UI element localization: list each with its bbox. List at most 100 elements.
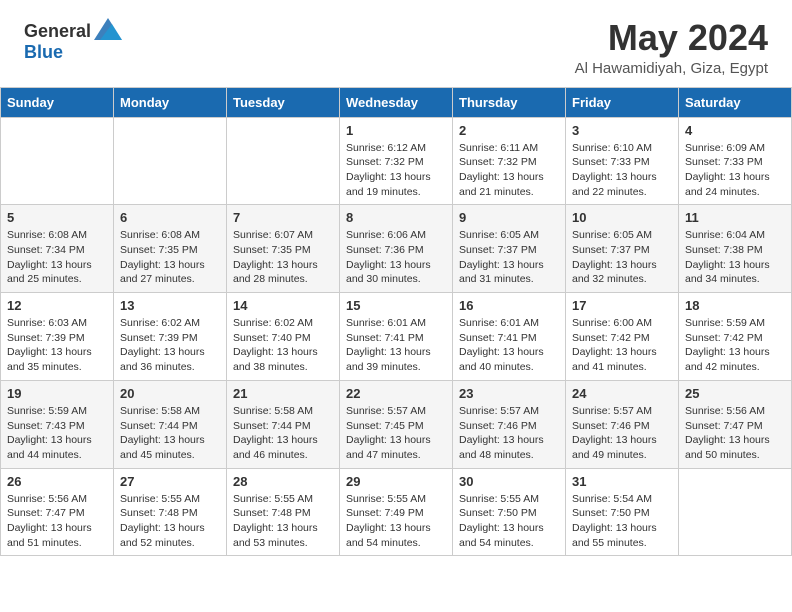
- day-number: 24: [572, 386, 672, 401]
- day-number: 5: [7, 210, 107, 225]
- day-cell-20: 20 Sunrise: 5:58 AM Sunset: 7:44 PM Dayli…: [114, 380, 227, 468]
- day-header-friday: Friday: [566, 87, 679, 117]
- day-cell-29: 29Sunrise: 5:55 AM Sunset: 7:49 PM Dayli…: [340, 468, 453, 556]
- day-info: Sunrise: 6:01 AM Sunset: 7:41 PM Dayligh…: [459, 316, 559, 375]
- day-info: Sunrise: 5:58 AM Sunset: 7:44 PM Dayligh…: [120, 404, 220, 463]
- day-header-monday: Monday: [114, 87, 227, 117]
- day-cell-13: 13 Sunrise: 6:02 AM Sunset: 7:39 PM Dayli…: [114, 293, 227, 381]
- empty-cell: [1, 117, 114, 205]
- day-number: 2: [459, 123, 559, 138]
- week-row-4: 19 Sunrise: 5:59 AM Sunset: 7:43 PM Dayli…: [1, 380, 792, 468]
- day-info: Sunrise: 5:57 AM Sunset: 7:45 PM Dayligh…: [346, 404, 446, 463]
- day-number: 21: [233, 386, 333, 401]
- day-number: 20: [120, 386, 220, 401]
- day-number: 14: [233, 298, 333, 313]
- empty-cell: [227, 117, 340, 205]
- day-number: 18: [685, 298, 785, 313]
- day-cell-8: 8 Sunrise: 6:06 AM Sunset: 7:36 PM Daylig…: [340, 205, 453, 293]
- day-number: 11: [685, 210, 785, 225]
- day-info: Sunrise: 6:03 AM Sunset: 7:39 PM Dayligh…: [7, 316, 107, 375]
- day-info: Sunrise: 5:56 AM Sunset: 7:47 PM Dayligh…: [685, 404, 785, 463]
- empty-cell: [114, 117, 227, 205]
- day-cell-9: 9Sunrise: 6:05 AM Sunset: 7:37 PM Daylig…: [453, 205, 566, 293]
- day-cell-26: 26 Sunrise: 5:56 AM Sunset: 7:47 PM Dayli…: [1, 468, 114, 556]
- location: Al Hawamidiyah, Giza, Egypt: [575, 60, 768, 77]
- day-info: Sunrise: 6:09 AM Sunset: 7:33 PM Dayligh…: [685, 141, 785, 200]
- calendar-table: SundayMondayTuesdayWednesdayThursdayFrid…: [0, 87, 792, 557]
- day-info: Sunrise: 6:05 AM Sunset: 7:37 PM Dayligh…: [459, 228, 559, 287]
- day-number: 27: [120, 474, 220, 489]
- day-number: 19: [7, 386, 107, 401]
- day-info: Sunrise: 5:59 AM Sunset: 7:43 PM Dayligh…: [7, 404, 107, 463]
- month-title: May 2024: [575, 18, 768, 58]
- day-cell-2: 2Sunrise: 6:11 AM Sunset: 7:32 PM Daylig…: [453, 117, 566, 205]
- day-number: 26: [7, 474, 107, 489]
- day-info: Sunrise: 5:55 AM Sunset: 7:50 PM Dayligh…: [459, 492, 559, 551]
- day-info: Sunrise: 6:06 AM Sunset: 7:36 PM Dayligh…: [346, 228, 446, 287]
- day-cell-3: 3 Sunrise: 6:10 AM Sunset: 7:33 PM Daylig…: [566, 117, 679, 205]
- empty-cell: [679, 468, 792, 556]
- day-cell-18: 18 Sunrise: 5:59 AM Sunset: 7:42 PM Dayli…: [679, 293, 792, 381]
- day-cell-12: 12 Sunrise: 6:03 AM Sunset: 7:39 PM Dayli…: [1, 293, 114, 381]
- day-header-thursday: Thursday: [453, 87, 566, 117]
- day-cell-10: 10 Sunrise: 6:05 AM Sunset: 7:37 PM Dayli…: [566, 205, 679, 293]
- logo-general-text: General: [24, 21, 91, 42]
- logo-blue-text: Blue: [24, 42, 63, 63]
- day-info: Sunrise: 6:05 AM Sunset: 7:37 PM Dayligh…: [572, 228, 672, 287]
- day-number: 29: [346, 474, 446, 489]
- day-info: Sunrise: 6:04 AM Sunset: 7:38 PM Dayligh…: [685, 228, 785, 287]
- day-info: Sunrise: 6:02 AM Sunset: 7:40 PM Dayligh…: [233, 316, 333, 375]
- day-cell-15: 15Sunrise: 6:01 AM Sunset: 7:41 PM Dayli…: [340, 293, 453, 381]
- day-cell-28: 28Sunrise: 5:55 AM Sunset: 7:48 PM Dayli…: [227, 468, 340, 556]
- day-number: 15: [346, 298, 446, 313]
- day-info: Sunrise: 6:08 AM Sunset: 7:34 PM Dayligh…: [7, 228, 107, 287]
- day-number: 7: [233, 210, 333, 225]
- day-info: Sunrise: 6:02 AM Sunset: 7:39 PM Dayligh…: [120, 316, 220, 375]
- day-cell-23: 23 Sunrise: 5:57 AM Sunset: 7:46 PM Dayli…: [453, 380, 566, 468]
- day-number: 3: [572, 123, 672, 138]
- day-cell-25: 25Sunrise: 5:56 AM Sunset: 7:47 PM Dayli…: [679, 380, 792, 468]
- week-row-2: 5 Sunrise: 6:08 AM Sunset: 7:34 PM Daylig…: [1, 205, 792, 293]
- day-info: Sunrise: 5:59 AM Sunset: 7:42 PM Dayligh…: [685, 316, 785, 375]
- day-number: 30: [459, 474, 559, 489]
- day-number: 31: [572, 474, 672, 489]
- day-cell-19: 19 Sunrise: 5:59 AM Sunset: 7:43 PM Dayli…: [1, 380, 114, 468]
- day-number: 12: [7, 298, 107, 313]
- day-cell-11: 11 Sunrise: 6:04 AM Sunset: 7:38 PM Dayli…: [679, 205, 792, 293]
- day-number: 1: [346, 123, 446, 138]
- day-cell-14: 14 Sunrise: 6:02 AM Sunset: 7:40 PM Dayli…: [227, 293, 340, 381]
- day-header-sunday: Sunday: [1, 87, 114, 117]
- day-cell-16: 16Sunrise: 6:01 AM Sunset: 7:41 PM Dayli…: [453, 293, 566, 381]
- day-header-wednesday: Wednesday: [340, 87, 453, 117]
- day-info: Sunrise: 5:57 AM Sunset: 7:46 PM Dayligh…: [572, 404, 672, 463]
- day-number: 4: [685, 123, 785, 138]
- week-row-1: 1Sunrise: 6:12 AM Sunset: 7:32 PM Daylig…: [1, 117, 792, 205]
- day-info: Sunrise: 6:07 AM Sunset: 7:35 PM Dayligh…: [233, 228, 333, 287]
- day-cell-21: 21Sunrise: 5:58 AM Sunset: 7:44 PM Dayli…: [227, 380, 340, 468]
- day-cell-1: 1Sunrise: 6:12 AM Sunset: 7:32 PM Daylig…: [340, 117, 453, 205]
- day-cell-7: 7 Sunrise: 6:07 AM Sunset: 7:35 PM Daylig…: [227, 205, 340, 293]
- day-cell-17: 17Sunrise: 6:00 AM Sunset: 7:42 PM Dayli…: [566, 293, 679, 381]
- day-cell-30: 30 Sunrise: 5:55 AM Sunset: 7:50 PM Dayli…: [453, 468, 566, 556]
- day-info: Sunrise: 5:55 AM Sunset: 7:48 PM Dayligh…: [120, 492, 220, 551]
- day-info: Sunrise: 5:57 AM Sunset: 7:46 PM Dayligh…: [459, 404, 559, 463]
- day-header-tuesday: Tuesday: [227, 87, 340, 117]
- day-number: 13: [120, 298, 220, 313]
- day-info: Sunrise: 5:56 AM Sunset: 7:47 PM Dayligh…: [7, 492, 107, 551]
- day-cell-24: 24 Sunrise: 5:57 AM Sunset: 7:46 PM Dayli…: [566, 380, 679, 468]
- week-row-3: 12 Sunrise: 6:03 AM Sunset: 7:39 PM Dayli…: [1, 293, 792, 381]
- day-number: 8: [346, 210, 446, 225]
- day-cell-31: 31 Sunrise: 5:54 AM Sunset: 7:50 PM Dayli…: [566, 468, 679, 556]
- day-number: 23: [459, 386, 559, 401]
- day-number: 28: [233, 474, 333, 489]
- day-cell-4: 4 Sunrise: 6:09 AM Sunset: 7:33 PM Daylig…: [679, 117, 792, 205]
- day-number: 10: [572, 210, 672, 225]
- day-number: 6: [120, 210, 220, 225]
- day-info: Sunrise: 6:08 AM Sunset: 7:35 PM Dayligh…: [120, 228, 220, 287]
- day-info: Sunrise: 6:10 AM Sunset: 7:33 PM Dayligh…: [572, 141, 672, 200]
- day-info: Sunrise: 5:54 AM Sunset: 7:50 PM Dayligh…: [572, 492, 672, 551]
- week-row-5: 26 Sunrise: 5:56 AM Sunset: 7:47 PM Dayli…: [1, 468, 792, 556]
- title-area: May 2024 Al Hawamidiyah, Giza, Egypt: [575, 18, 768, 77]
- day-number: 22: [346, 386, 446, 401]
- day-number: 17: [572, 298, 672, 313]
